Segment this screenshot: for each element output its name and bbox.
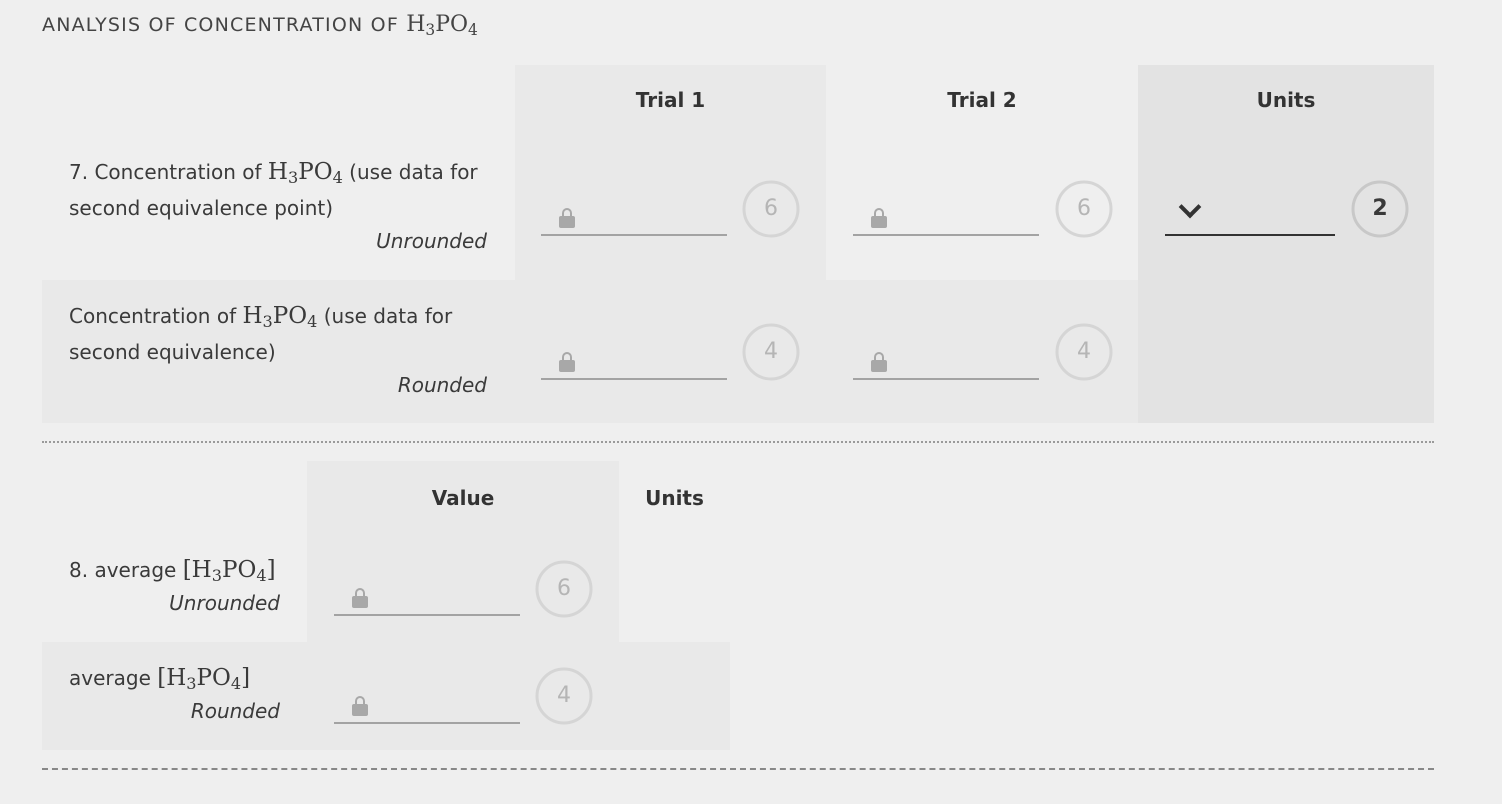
average-rounded-input[interactable]	[334, 684, 520, 724]
avg-rounded-label: average [H3PO4]	[69, 665, 251, 694]
row8-formula: [H3PO4]	[182, 557, 276, 586]
units-select[interactable]	[1165, 195, 1335, 236]
row7-qualifier: Unrounded	[376, 229, 487, 253]
avg-units-header: Units	[645, 486, 704, 510]
section-title: ANALYSIS OF CONCENTRATION OF H3PO4	[42, 12, 478, 39]
row-rounded-formula: H3PO4	[242, 303, 318, 332]
trial2-rounded-sigfig-badge: 4	[1055, 323, 1113, 381]
average-unrounded-input[interactable]	[334, 576, 520, 616]
trial1-rounded-input[interactable]	[541, 340, 727, 380]
avg-rounded-qualifier: Rounded	[190, 699, 280, 723]
units-column-background	[1138, 65, 1434, 423]
row-rounded-qualifier: Rounded	[397, 373, 487, 397]
row7-label: 7. Concentration of H3PO4 (use data for …	[69, 159, 478, 220]
row8-label: 8. average [H3PO4]	[69, 557, 276, 586]
lock-icon	[352, 696, 368, 716]
value-header: Value	[431, 486, 495, 510]
units-sigfig-badge: 2	[1351, 180, 1409, 238]
lock-icon	[559, 208, 575, 228]
section-title-text: ANALYSIS OF CONCENTRATION OF	[42, 14, 399, 36]
lock-icon	[871, 208, 887, 228]
row-rounded-label: Concentration of H3PO4 (use data for sec…	[69, 303, 453, 364]
average-unrounded-sigfig-badge: 6	[535, 560, 593, 618]
lock-icon	[352, 588, 368, 608]
lock-icon	[871, 352, 887, 372]
title-formula: H3PO4	[406, 12, 478, 39]
bottom-divider	[42, 768, 1434, 770]
trial2-unrounded-input[interactable]	[853, 196, 1039, 236]
trial1-unrounded-input[interactable]	[541, 196, 727, 236]
chevron-down-icon	[1178, 195, 1202, 219]
row8-qualifier: Unrounded	[169, 591, 280, 615]
avg-rounded-formula: [H3PO4]	[157, 665, 251, 694]
trial1-rounded-sigfig-badge: 4	[742, 323, 800, 381]
row7-formula: H3PO4	[267, 159, 343, 188]
trial2-header: Trial 2	[947, 88, 1017, 112]
section-divider	[42, 441, 1434, 443]
trial1-unrounded-sigfig-badge: 6	[742, 180, 800, 238]
lock-icon	[559, 352, 575, 372]
trial2-rounded-input[interactable]	[853, 340, 1039, 380]
average-rounded-sigfig-badge: 4	[535, 667, 593, 725]
trial2-unrounded-sigfig-badge: 6	[1055, 180, 1113, 238]
units-header: Units	[1256, 88, 1316, 112]
trial1-header: Trial 1	[635, 88, 706, 112]
